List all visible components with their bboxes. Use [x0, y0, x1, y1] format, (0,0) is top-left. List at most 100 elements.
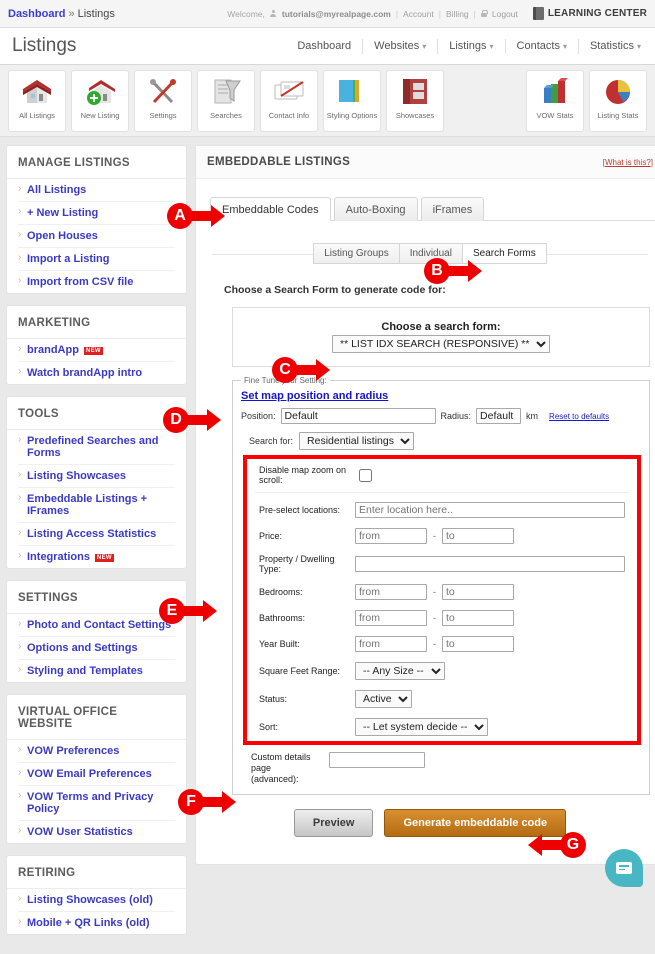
property-dwelling-type-input[interactable]	[355, 556, 625, 572]
list-item[interactable]: Listing Showcases (old)	[18, 889, 175, 912]
list-item[interactable]: VOW User Statistics	[18, 821, 175, 843]
toolbar-styling-options[interactable]: Styling Options	[323, 69, 381, 132]
toolbar-showcases[interactable]: Showcases	[386, 69, 444, 132]
year-built-to-input[interactable]	[442, 636, 514, 652]
what-is-this-link[interactable]: [What is this?]	[603, 158, 653, 167]
list-item[interactable]: Embeddable Listings + IFrames	[18, 488, 175, 523]
list-item[interactable]: Styling and Templates	[18, 660, 175, 682]
position-input[interactable]	[280, 408, 436, 424]
sidebar-section-list: Photo and Contact Settings Options and S…	[7, 614, 186, 682]
list-item[interactable]: Listing Access Statistics	[18, 523, 175, 546]
bathrooms-to-input[interactable]	[442, 610, 514, 626]
range-dash: -	[433, 531, 436, 541]
nav-item-listings[interactable]: Listings ▾	[438, 38, 506, 54]
list-item[interactable]: + New Listing	[18, 202, 175, 225]
year-built-from-input[interactable]	[355, 636, 427, 652]
bedrooms-from-input[interactable]	[355, 584, 427, 600]
radius-label: Radius:	[440, 411, 472, 421]
toolbar-label: Styling Options	[326, 110, 378, 120]
list-item[interactable]: VOW Terms and Privacy Policy	[18, 786, 175, 821]
list-item[interactable]: Open Houses	[18, 225, 175, 248]
sidebar-item-listing-showcases-old[interactable]: Listing Showcases (old)	[27, 894, 153, 906]
list-item[interactable]: brandAppNEW	[18, 339, 175, 362]
bathrooms-from-input[interactable]	[355, 610, 427, 626]
sidebar-item-photo-and-contact-settings[interactable]: Photo and Contact Settings	[27, 619, 171, 631]
nav-item-dashboard[interactable]: Dashboard	[286, 38, 364, 54]
toolbar-listing-stats[interactable]: Listing Stats	[589, 69, 647, 132]
custom-details-page-input[interactable]	[329, 752, 425, 768]
nav-item-statistics[interactable]: Statistics ▾	[579, 39, 643, 54]
reset-to-defaults-link[interactable]: Reset to defaults	[549, 412, 609, 421]
sort-select[interactable]: -- Let system decide --	[355, 718, 488, 736]
color-books-icon	[335, 76, 369, 109]
sidebar-item-styling-and-templates[interactable]: Styling and Templates	[27, 665, 143, 677]
sidebar-item-listing-showcases[interactable]: Listing Showcases	[27, 470, 126, 482]
sidebar-item-watch-brandapp-intro[interactable]: Watch brandApp intro	[27, 367, 142, 379]
breadcrumb-dashboard-link[interactable]: Dashboard	[8, 8, 65, 20]
list-item[interactable]: Mobile + QR Links (old)	[18, 912, 175, 934]
field-label: Bathrooms:	[259, 613, 306, 623]
list-item[interactable]: Import a Listing	[18, 248, 175, 271]
sidebar-item-integrations[interactable]: Integrations	[27, 551, 90, 563]
sidebar-item-vow-terms-and-privacy-policy[interactable]: VOW Terms and Privacy Policy	[27, 791, 153, 815]
list-item[interactable]: Predefined Searches and Forms	[18, 430, 175, 465]
radius-input[interactable]	[476, 408, 522, 424]
toolbar-settings[interactable]: Settings	[134, 69, 192, 132]
sidebar-item-all-listings[interactable]: All Listings	[27, 184, 86, 196]
search-for-select[interactable]: Residential listings	[299, 432, 415, 450]
search-form-select[interactable]: ** LIST IDX SEARCH (RESPONSIVE) **	[332, 335, 550, 353]
sidebar-item-brandapp[interactable]: brandApp	[27, 344, 79, 356]
tab-embeddable-codes[interactable]: Embeddable Codes	[210, 197, 331, 221]
set-map-position-and-radius-link[interactable]: Set map position and radius	[241, 390, 641, 402]
toolbar-new-listing[interactable]: New Listing	[71, 69, 129, 132]
learning-center-button[interactable]: LEARNING CENTER	[532, 7, 647, 20]
nav-item-contacts[interactable]: Contacts ▾	[506, 38, 579, 54]
bedrooms-to-input[interactable]	[442, 584, 514, 600]
range-dash: -	[433, 639, 436, 649]
list-item[interactable]: Options and Settings	[18, 637, 175, 660]
sidebar-item-open-houses[interactable]: Open Houses	[27, 230, 98, 242]
list-item[interactable]: IntegrationsNEW	[18, 546, 175, 568]
preselect-locations-input[interactable]	[355, 502, 625, 518]
subtab-listing-groups[interactable]: Listing Groups	[313, 243, 400, 264]
toolbar-all-listings[interactable]: All Listings	[8, 69, 66, 132]
list-item[interactable]: Photo and Contact Settings	[18, 614, 175, 637]
sidebar-item-new-listing[interactable]: + New Listing	[27, 207, 98, 219]
field-label: Sort:	[259, 722, 279, 732]
sidebar-item-import-a-listing[interactable]: Import a Listing	[27, 253, 110, 265]
sidebar-item-vow-preferences[interactable]: VOW Preferences	[27, 745, 119, 757]
square-feet-range-select[interactable]: -- Any Size --	[355, 662, 445, 680]
tab-iframes[interactable]: iFrames	[420, 197, 485, 221]
list-item[interactable]: Import from CSV file	[18, 271, 175, 293]
sidebar-item-vow-user-statistics[interactable]: VOW User Statistics	[27, 826, 133, 838]
list-item[interactable]: VOW Email Preferences	[18, 763, 175, 786]
sidebar-item-mobile-qr-links-old[interactable]: Mobile + QR Links (old)	[27, 917, 150, 929]
list-item[interactable]: All Listings	[18, 179, 175, 202]
breadcrumb-separator: »	[68, 7, 75, 20]
status-select[interactable]: Active	[355, 690, 412, 708]
toolbar-vow-stats[interactable]: VOW Stats	[526, 69, 584, 132]
list-item[interactable]: Listing Showcases	[18, 465, 175, 488]
tab-auto-boxing[interactable]: Auto-Boxing	[333, 197, 418, 221]
account-link[interactable]: Account	[403, 9, 434, 19]
sidebar-item-predefined-searches-and-forms[interactable]: Predefined Searches and Forms	[27, 435, 158, 459]
logout-link[interactable]: Logout	[492, 9, 518, 19]
sidebar-item-import-from-csv[interactable]: Import from CSV file	[27, 276, 133, 288]
sidebar-item-embeddable-listings-iframes[interactable]: Embeddable Listings + IFrames	[27, 493, 147, 517]
toolbar-searches[interactable]: Searches	[197, 69, 255, 132]
toolbar-contact-info[interactable]: Contact Info	[260, 69, 318, 132]
nav-item-websites[interactable]: Websites ▾	[363, 38, 439, 54]
chat-support-button[interactable]	[605, 849, 643, 887]
sidebar-item-listing-access-statistics[interactable]: Listing Access Statistics	[27, 528, 156, 540]
price-from-input[interactable]	[355, 528, 427, 544]
billing-link[interactable]: Billing	[446, 9, 469, 19]
disable-map-zoom-checkbox[interactable]	[359, 468, 372, 482]
book-icon	[532, 7, 544, 20]
field-label: Price:	[259, 531, 283, 541]
preview-button[interactable]: Preview	[293, 809, 374, 837]
sidebar-item-options-and-settings[interactable]: Options and Settings	[27, 642, 138, 654]
price-to-input[interactable]	[442, 528, 514, 544]
list-item[interactable]: VOW Preferences	[18, 740, 175, 763]
sidebar-item-vow-email-preferences[interactable]: VOW Email Preferences	[27, 768, 152, 780]
list-item[interactable]: Watch brandApp intro	[18, 362, 175, 384]
